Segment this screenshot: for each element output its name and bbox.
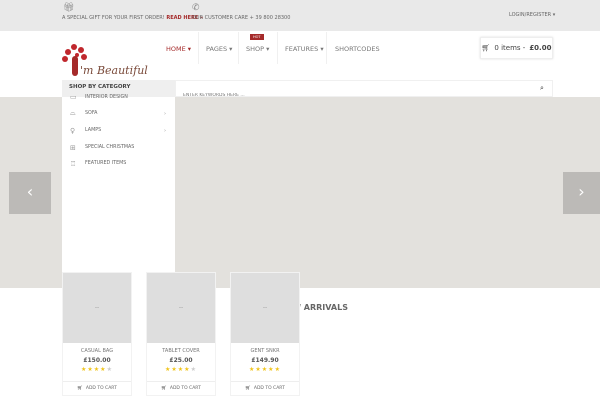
gift-icon: ⊞ xyxy=(70,143,76,152)
divider xyxy=(198,32,199,64)
category-item-sofa[interactable]: ⌓ SOFA › xyxy=(62,105,175,122)
nav-features[interactable]: FEATURES ▾ xyxy=(285,45,324,53)
logo[interactable]: 'm Beautiful xyxy=(60,42,152,78)
nav-shortcodes[interactable]: SHORTCODES xyxy=(335,45,380,53)
product-card[interactable]: -- GENT SNKR £149.90 ★★★★★ 🛒︎ ADD TO CART xyxy=(230,272,300,396)
chevron-right-icon: › xyxy=(164,110,166,117)
cart-icon: 🛒︎ xyxy=(161,386,167,391)
interior-icon: ▭ xyxy=(70,93,77,101)
product-price: £25.00 xyxy=(169,357,193,364)
product-image[interactable]: -- xyxy=(63,273,131,343)
product-price: £149.90 xyxy=(251,357,279,364)
lamp-icon: ♀ xyxy=(70,126,76,135)
gift-icon: 🎁︎ xyxy=(63,3,75,13)
search-bar: ⌕ xyxy=(175,80,553,103)
search-icon[interactable]: ⌕ xyxy=(532,81,552,96)
logo-tree-icon: 'm Beautiful xyxy=(62,44,148,77)
product-card[interactable]: -- CASUAL BAG £150.00 ★★★★★ 🛒︎ ADD TO CAR… xyxy=(62,272,132,396)
cart-icon: 🛒︎ xyxy=(77,386,83,391)
divider xyxy=(326,32,327,64)
category-menu: ▭ INTERIOR DESIGN ⌓ SOFA › ♀ LAMPS › ⊞ SPECIAL… xyxy=(62,93,175,288)
sofa-icon: ⌓ xyxy=(70,109,76,117)
product-price: £150.00 xyxy=(83,357,111,364)
svg-text:'m Beautiful: 'm Beautiful xyxy=(80,64,148,77)
phone-icon: ✆ xyxy=(192,3,200,13)
rating-stars: ★★★★★ xyxy=(249,366,281,373)
nav-pages[interactable]: PAGES ▾ xyxy=(206,45,232,53)
cart-total: £0.00 xyxy=(529,44,552,52)
hot-badge: HOT xyxy=(250,34,264,40)
cart-icon: 🛒︎ xyxy=(481,44,491,52)
next-slide-button[interactable]: › xyxy=(563,172,600,214)
product-card[interactable]: -- TABLET COVER £25.00 ★★★★★ 🛒︎ ADD TO CA… xyxy=(146,272,216,396)
product-image[interactable]: -- xyxy=(147,273,215,343)
add-to-cart-button[interactable]: 🛒︎ ADD TO CART xyxy=(147,381,215,395)
category-item-featured-items[interactable]: ♖ FEATURED ITEMS xyxy=(62,155,175,172)
category-item-lamps[interactable]: ♀ LAMPS › xyxy=(62,122,175,139)
nav-home[interactable]: HOME ▾ xyxy=(166,45,191,53)
product-name[interactable]: TABLET COVER xyxy=(147,348,215,354)
customer-care: OUR CUSTOMER CARE + 39 800 28300 xyxy=(192,15,291,21)
cart-count: 0 items - xyxy=(494,44,526,52)
rating-stars: ★★★★★ xyxy=(81,366,113,373)
login-register-link[interactable]: LOGIN/REGISTER ▾ xyxy=(509,12,555,18)
add-to-cart-button[interactable]: 🛒︎ ADD TO CART xyxy=(231,381,299,395)
product-image[interactable]: -- xyxy=(231,273,299,343)
product-name[interactable]: CASUAL BAG xyxy=(63,348,131,354)
divider xyxy=(238,32,239,64)
trophy-icon: ♖ xyxy=(70,159,77,168)
add-to-cart-button[interactable]: 🛒︎ ADD TO CART xyxy=(63,381,131,395)
rating-stars: ★★★★★ xyxy=(165,366,197,373)
divider xyxy=(277,32,278,64)
nav-shop[interactable]: SHOP ▾ xyxy=(246,45,269,53)
promo-text: A SPECIAL GIFT FOR YOUR FIRST ORDER! REA… xyxy=(62,15,204,21)
prev-slide-button[interactable]: ‹ xyxy=(9,172,51,214)
chevron-right-icon: › xyxy=(164,127,166,134)
cart-button[interactable]: 🛒︎ 0 items - £0.00 xyxy=(480,37,553,59)
cart-icon: 🛒︎ xyxy=(245,386,251,391)
category-item-interior-design[interactable]: ▭ INTERIOR DESIGN xyxy=(62,91,175,103)
category-item-special-christmas[interactable]: ⊞ SPECIAL CHRISTMAS xyxy=(62,139,175,156)
product-name[interactable]: GENT SNKR xyxy=(231,348,299,354)
